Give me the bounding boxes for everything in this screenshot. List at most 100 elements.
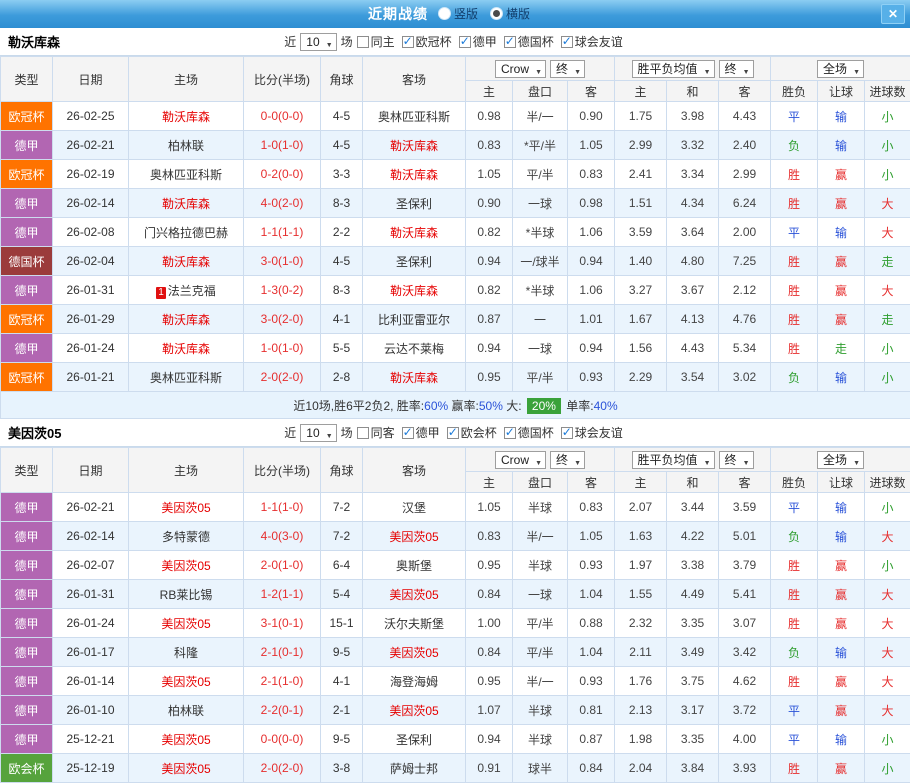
away-team-cell: 美因茨05 (363, 580, 466, 609)
col-header: 角球 (321, 448, 363, 493)
avg-draw-odds: 3.34 (667, 160, 719, 189)
result-outcome: 平 (771, 696, 818, 725)
handicap-outcome: 输 (818, 102, 865, 131)
sections-container: 勒沃库森近10场同主欧冠杯德甲德国杯球会友谊类型日期主场比分(半场)角球客场Cr… (0, 28, 910, 783)
away-team-cell: 海登海姆 (363, 667, 466, 696)
avg-final-dropdown[interactable]: 终 (719, 60, 754, 78)
close-button[interactable]: ✕ (881, 4, 905, 24)
avg-draw-odds: 4.43 (667, 334, 719, 363)
same-venue-checkbox[interactable]: 同客 (357, 424, 395, 441)
handicap-line: 半球 (513, 493, 568, 522)
away-team-cell: 圣保利 (363, 189, 466, 218)
layout-radio-vertical[interactable]: 竖版 (438, 5, 478, 22)
league-type-badge: 德甲 (1, 131, 53, 160)
scope-dropdown[interactable]: 全场 (817, 451, 864, 469)
league-checkbox[interactable]: 欧冠杯 (402, 33, 452, 50)
avg-away-odds: 4.00 (719, 725, 771, 754)
odds-final-dropdown[interactable]: 终 (550, 60, 585, 78)
match-score: 0-2(0-0) (244, 160, 321, 189)
avg-draw-odds: 3.17 (667, 696, 719, 725)
match-score: 1-3(0-2) (244, 276, 321, 305)
home-odds: 0.95 (466, 551, 513, 580)
avg-final-dropdown[interactable]: 终 (719, 451, 754, 469)
away-odds: 0.90 (568, 102, 615, 131)
avg-home-odds: 1.55 (615, 580, 667, 609)
match-row: 德甲26-01-10柏林联2-2(0-1)2-1美因茨051.07半球0.812… (1, 696, 910, 725)
match-row: 德甲26-01-24美因茨053-1(0-1)15-1沃尔夫斯堡1.00平/半0… (1, 609, 910, 638)
match-row: 欧冠杯26-01-29勒沃库森3-0(2-0)4-1比利亚雷亚尔0.87一1.0… (1, 305, 910, 334)
avg-away-odds: 2.40 (719, 131, 771, 160)
avg-group-header: 胜平负均值终 (615, 57, 771, 81)
handicap-line: 平/半 (513, 160, 568, 189)
scope-dropdown[interactable]: 全场 (817, 60, 864, 78)
goals-outcome: 小 (865, 493, 910, 522)
avg-away-odds: 3.79 (719, 551, 771, 580)
handicap-line: 一球 (513, 189, 568, 218)
handicap-outcome: 赢 (818, 696, 865, 725)
avg-home-odds: 1.75 (615, 102, 667, 131)
sub-col-header: 和 (667, 472, 719, 493)
league-checkbox[interactable]: 球会友谊 (561, 424, 623, 441)
goals-outcome: 小 (865, 160, 910, 189)
league-type-badge: 德甲 (1, 218, 53, 247)
home-odds: 0.84 (466, 638, 513, 667)
match-date: 26-01-10 (53, 696, 129, 725)
league-checkbox[interactable]: 德国杯 (504, 424, 554, 441)
same-venue-checkbox[interactable]: 同主 (357, 33, 395, 50)
same-venue-checkbox-label: 同客 (371, 424, 395, 441)
match-date: 26-02-14 (53, 522, 129, 551)
handicap-line: 半球 (513, 696, 568, 725)
single-rate-label: 单率: (563, 399, 594, 413)
avg-away-odds: 5.34 (719, 334, 771, 363)
away-team-name: 圣保利 (396, 197, 432, 211)
checkbox-icon (504, 427, 516, 439)
avg-away-odds: 2.12 (719, 276, 771, 305)
result-outcome: 胜 (771, 551, 818, 580)
away-odds: 0.93 (568, 551, 615, 580)
match-row: 欧会杯25-12-19美因茨052-0(2-0)3-8萨姆士邦0.91球半0.8… (1, 754, 910, 783)
home-team-name: 美因茨05 (161, 675, 210, 689)
home-team-cell: 奥林匹亚科斯 (129, 363, 244, 392)
match-row: 德甲26-01-14美因茨052-1(1-0)4-1海登海姆0.95半/一0.9… (1, 667, 910, 696)
corner-score: 7-2 (321, 522, 363, 551)
corner-score: 3-3 (321, 160, 363, 189)
match-count-dropdown[interactable]: 10 (300, 424, 336, 442)
odds-source-dropdown[interactable]: Crow (495, 60, 546, 78)
away-odds: 0.88 (568, 609, 615, 638)
match-date: 26-01-14 (53, 667, 129, 696)
match-score: 4-0(3-0) (244, 522, 321, 551)
layout-radio-horizontal[interactable]: 横版 (490, 5, 530, 22)
league-checkbox-label: 欧冠杯 (416, 33, 452, 50)
avg-draw-odds: 4.22 (667, 522, 719, 551)
match-score: 1-0(1-0) (244, 131, 321, 160)
match-score: 3-0(2-0) (244, 305, 321, 334)
league-type-badge: 德甲 (1, 667, 53, 696)
avg-draw-odds: 3.98 (667, 102, 719, 131)
red-card-icon: 1 (156, 287, 166, 299)
avg-home-odds: 1.67 (615, 305, 667, 334)
goals-outcome: 小 (865, 551, 910, 580)
league-checkbox[interactable]: 德甲 (459, 33, 497, 50)
odds-final-dropdown[interactable]: 终 (550, 451, 585, 469)
sub-col-header: 客 (568, 472, 615, 493)
goals-outcome: 小 (865, 363, 910, 392)
col-header: 比分(半场) (244, 57, 321, 102)
league-checkbox[interactable]: 球会友谊 (561, 33, 623, 50)
avg-dropdown[interactable]: 胜平负均值 (632, 451, 715, 469)
avg-dropdown[interactable]: 胜平负均值 (632, 60, 715, 78)
away-team-name: 沃尔夫斯堡 (384, 617, 444, 631)
sub-col-header: 主 (466, 81, 513, 102)
league-checkbox-label: 欧会杯 (461, 424, 497, 441)
league-checkbox[interactable]: 德甲 (402, 424, 440, 441)
away-odds: 1.04 (568, 638, 615, 667)
goals-outcome: 小 (865, 334, 910, 363)
league-type-badge: 德甲 (1, 551, 53, 580)
odds-source-dropdown[interactable]: Crow (495, 451, 546, 469)
away-odds: 1.06 (568, 276, 615, 305)
league-checkbox[interactable]: 德国杯 (504, 33, 554, 50)
match-date: 26-02-21 (53, 493, 129, 522)
match-count-dropdown[interactable]: 10 (300, 33, 336, 51)
avg-away-odds: 3.02 (719, 363, 771, 392)
league-checkbox[interactable]: 欧会杯 (447, 424, 497, 441)
match-date: 26-02-08 (53, 218, 129, 247)
